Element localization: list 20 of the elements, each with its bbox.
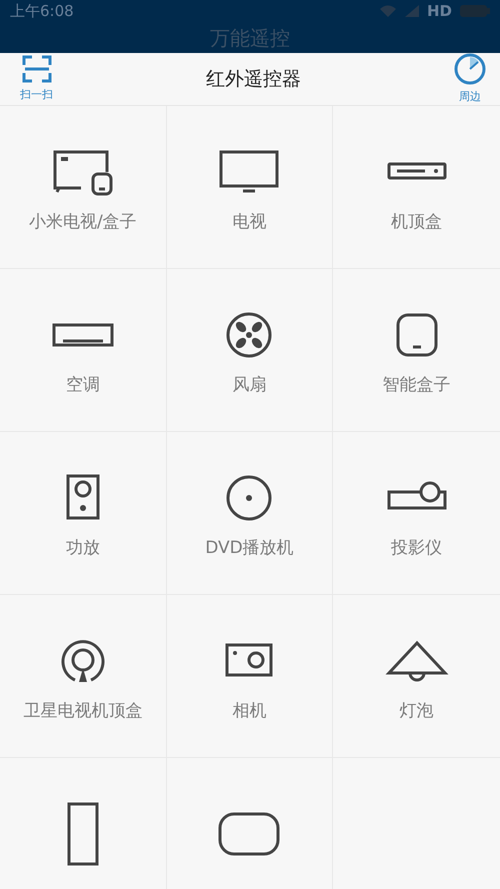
network-label: HD [426,1,452,22]
device-tile[interactable]: 电视 [166,106,334,269]
app-title: 万能遥控 [210,24,290,52]
status-time: 上午6:08 [10,1,74,22]
device-tile[interactable]: 卫星电视机顶盒 [0,595,167,758]
wifi-icon [378,4,397,18]
device-tile[interactable]: 功放 [0,432,167,595]
battery-icon [460,5,490,18]
device-tile[interactable]: 风扇 [166,269,334,432]
scan-icon [22,54,52,82]
device-tile[interactable]: 小米电视/盒子 [0,106,167,269]
device-tile[interactable]: 空调 [0,269,167,432]
device-tile[interactable]: DVD播放机 [166,432,334,595]
nearby-button[interactable]: 周边 [454,52,486,105]
tv-with-box-icon [50,148,115,196]
page-title: 红外遥控器 [206,66,301,92]
radar-icon [454,52,486,84]
device-tile[interactable]: 相机 [166,595,334,758]
signal-icon [404,5,419,18]
scan-button[interactable]: 扫一扫 [20,54,53,103]
